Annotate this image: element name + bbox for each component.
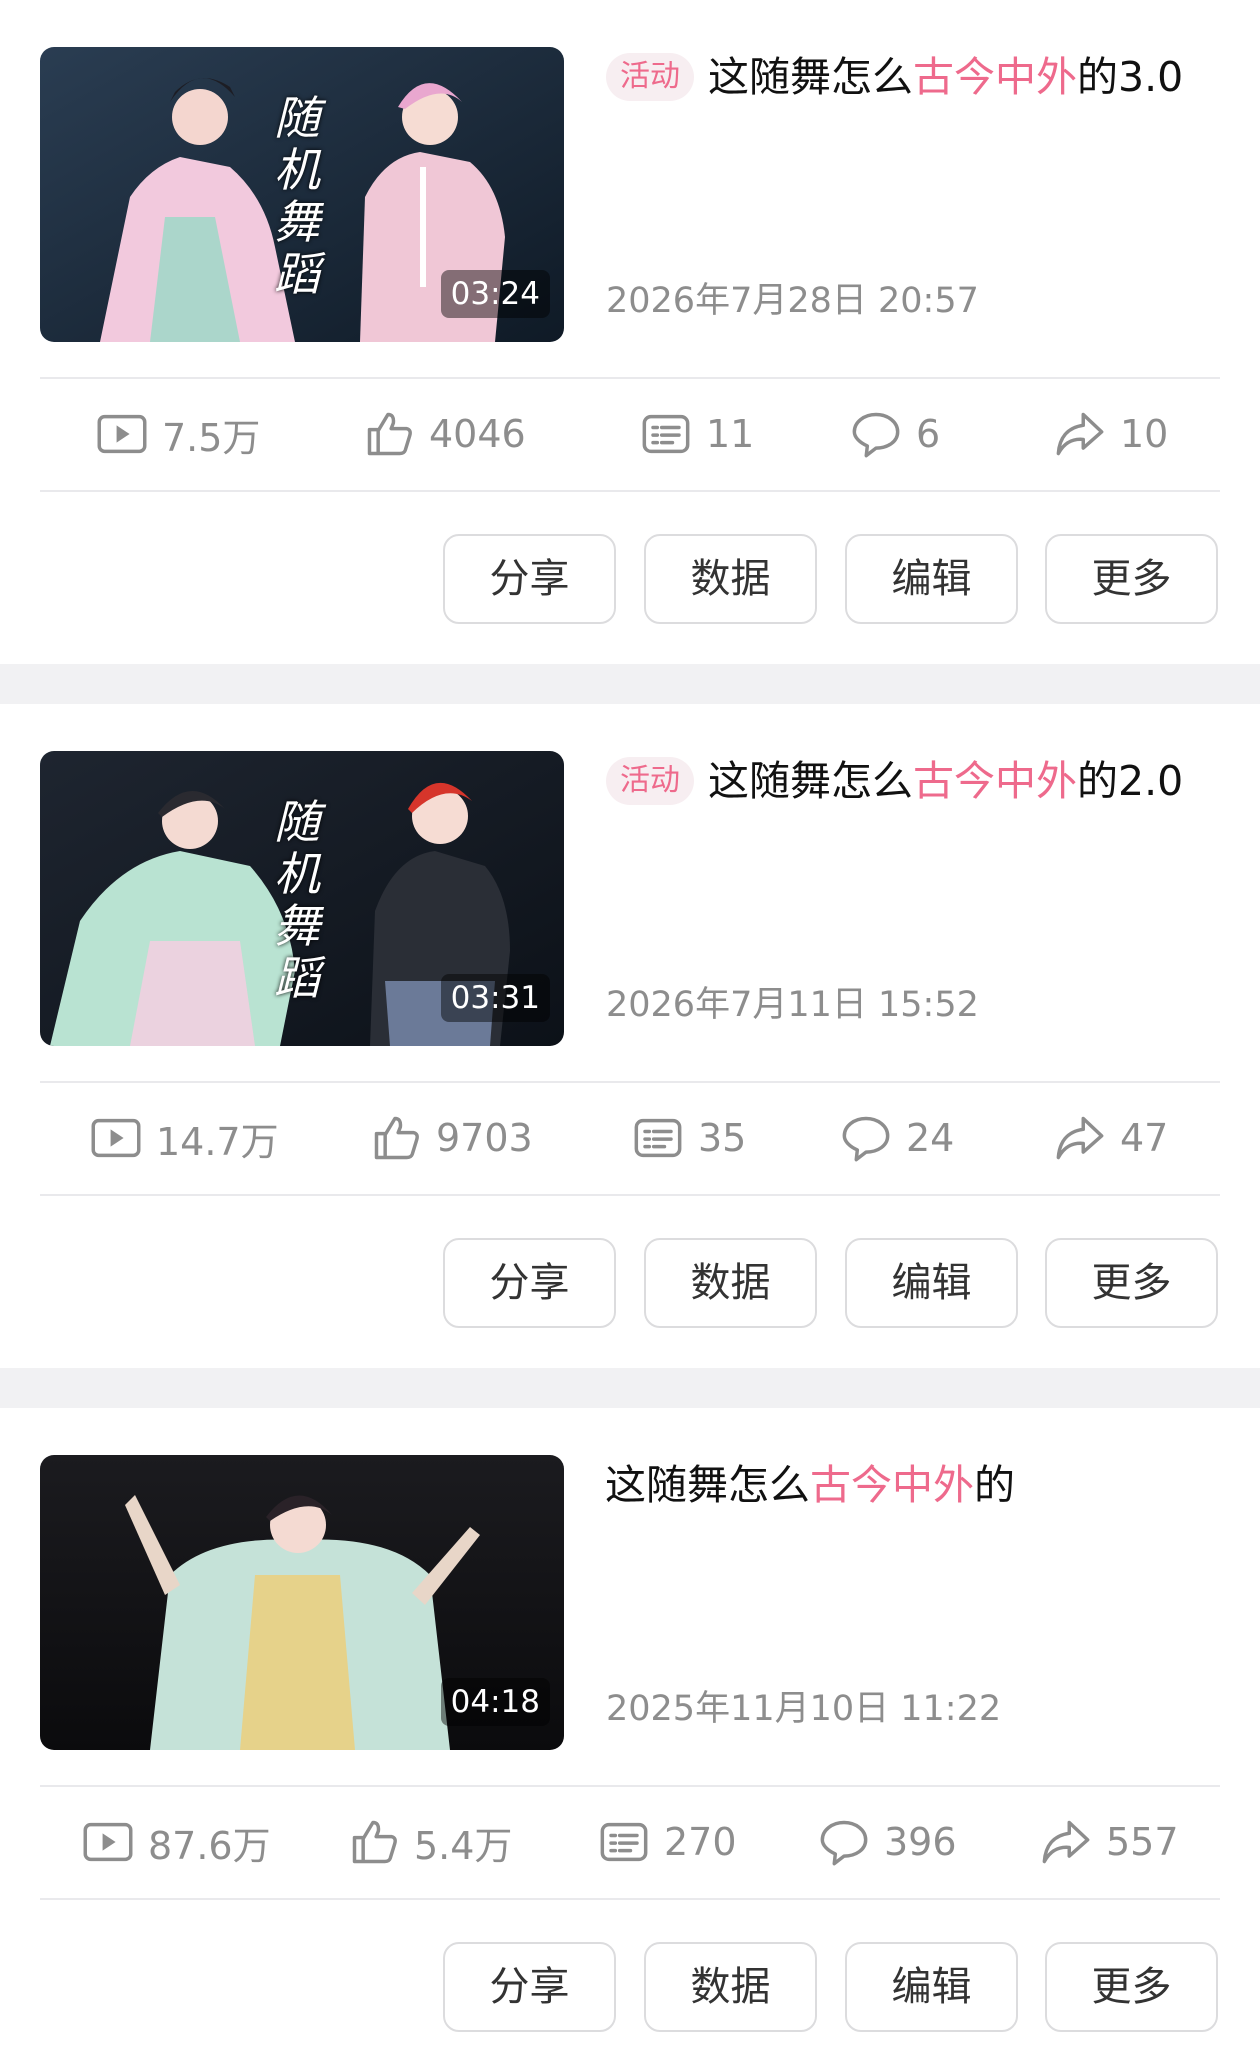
danmaku-count: 35 <box>698 1116 747 1160</box>
data-button[interactable]: 数据 <box>644 1942 817 2032</box>
publish-date: 2026年7月11日 15:52 <box>606 985 979 1025</box>
thumbnail-overlay-text: 随 机 舞 蹈 <box>274 91 320 301</box>
share-button[interactable]: 分享 <box>443 1238 616 1328</box>
data-button[interactable]: 数据 <box>644 1238 817 1328</box>
thumbs-up-icon <box>352 1820 397 1864</box>
views-stat: 14.7万 <box>90 1082 279 1194</box>
video-card: 随 机 舞 蹈 03:24 活动 这随舞怎么古今中外的3.0 2026年7月28日… <box>0 0 1260 664</box>
danmaku-stat: 270 <box>598 1786 737 1898</box>
shares-stat: 47 <box>1054 1082 1168 1194</box>
publish-date: 2025年11月10日 11:22 <box>606 1689 1002 1729</box>
stats-row: 7.5万 4046 11 6 10 <box>40 378 1220 490</box>
shares-stat: 557 <box>1040 1786 1179 1898</box>
play-icon <box>91 1118 141 1158</box>
likes-count: 4046 <box>429 412 526 456</box>
video-title[interactable]: 活动 这随舞怎么古今中外的3.0 <box>606 48 1220 106</box>
danmaku-stat: 11 <box>640 378 754 490</box>
danmaku-icon <box>600 1822 648 1862</box>
comments-stat: 396 <box>818 1786 957 1898</box>
comment-icon <box>820 1820 868 1866</box>
share-button[interactable]: 分享 <box>443 534 616 624</box>
play-icon <box>97 414 147 454</box>
stats-row: 87.6万 5.4万 270 396 557 <box>40 1786 1220 1898</box>
video-card: 04:18 这随舞怎么古今中外的 2025年11月10日 11:22 87.6万… <box>0 1408 1260 2067</box>
danmaku-count: 270 <box>664 1820 737 1864</box>
divider <box>40 1194 1220 1196</box>
publish-date: 2026年7月28日 20:57 <box>606 281 979 321</box>
thumbs-up-icon <box>374 1116 419 1160</box>
more-button[interactable]: 更多 <box>1045 534 1218 624</box>
share-button[interactable]: 分享 <box>443 1942 616 2032</box>
comments-stat: 6 <box>850 378 940 490</box>
edit-button[interactable]: 编辑 <box>845 1238 1018 1328</box>
danmaku-icon <box>642 414 690 454</box>
stats-row: 14.7万 9703 35 24 47 <box>40 1082 1220 1194</box>
edit-button[interactable]: 编辑 <box>845 534 1018 624</box>
title-prefix: 这随舞怎么 <box>708 53 913 101</box>
divider <box>40 490 1220 492</box>
likes-count: 9703 <box>436 1116 533 1160</box>
title-suffix: 的3.0 <box>1077 53 1184 101</box>
views-stat: 7.5万 <box>96 378 260 490</box>
video-duration: 03:31 <box>440 974 550 1022</box>
more-button[interactable]: 更多 <box>1045 1942 1218 2032</box>
title-highlight: 古今中外 <box>810 1461 974 1509</box>
share-icon <box>1056 1116 1104 1160</box>
shares-count: 557 <box>1106 1820 1179 1864</box>
danmaku-count: 11 <box>706 412 755 456</box>
activity-tag: 活动 <box>606 757 694 805</box>
play-icon <box>83 1822 133 1862</box>
more-button[interactable]: 更多 <box>1045 1238 1218 1328</box>
video-title[interactable]: 活动 这随舞怎么古今中外的2.0 <box>606 752 1220 810</box>
title-prefix: 这随舞怎么 <box>708 757 913 805</box>
likes-stat: 4046 <box>363 378 526 490</box>
video-duration: 04:18 <box>440 1678 550 1726</box>
share-icon <box>1056 412 1104 456</box>
comment-icon <box>852 412 900 458</box>
thumbs-up-icon <box>367 412 412 456</box>
comments-count: 396 <box>884 1820 957 1864</box>
views-count: 87.6万 <box>148 1823 271 1868</box>
edit-button[interactable]: 编辑 <box>845 1942 1018 2032</box>
title-highlight: 古今中外 <box>913 53 1077 101</box>
title-prefix: 这随舞怎么 <box>605 1461 810 1509</box>
title-highlight: 古今中外 <box>913 757 1077 805</box>
comments-count: 6 <box>916 412 941 456</box>
activity-tag: 活动 <box>606 53 694 101</box>
danmaku-stat: 35 <box>632 1082 746 1194</box>
video-thumbnail[interactable]: 04:18 <box>40 1455 564 1750</box>
divider <box>40 1898 1220 1900</box>
views-count: 14.7万 <box>156 1119 279 1164</box>
video-thumbnail[interactable]: 随 机 舞 蹈 03:31 <box>40 751 564 1046</box>
likes-stat: 9703 <box>370 1082 533 1194</box>
title-suffix: 的 <box>974 1461 1015 1509</box>
video-duration: 03:24 <box>440 270 550 318</box>
comment-icon <box>842 1116 890 1162</box>
share-icon <box>1042 1820 1090 1864</box>
section-separator <box>0 1368 1260 1408</box>
shares-stat: 10 <box>1054 378 1168 490</box>
likes-stat: 5.4万 <box>348 1786 512 1898</box>
section-separator <box>0 664 1260 704</box>
shares-count: 47 <box>1120 1116 1169 1160</box>
data-button[interactable]: 数据 <box>644 534 817 624</box>
likes-count: 5.4万 <box>414 1823 513 1868</box>
danmaku-icon <box>634 1118 682 1158</box>
thumbnail-overlay-text: 随 机 舞 蹈 <box>274 795 320 1005</box>
views-count: 7.5万 <box>162 415 261 460</box>
comments-count: 24 <box>906 1116 955 1160</box>
comments-stat: 24 <box>840 1082 954 1194</box>
video-thumbnail[interactable]: 随 机 舞 蹈 03:24 <box>40 47 564 342</box>
shares-count: 10 <box>1120 412 1169 456</box>
title-suffix: 的2.0 <box>1077 757 1184 805</box>
video-title[interactable]: 这随舞怎么古今中外的 <box>605 1456 1220 1514</box>
video-card: 随 机 舞 蹈 03:31 活动 这随舞怎么古今中外的2.0 2026年7月11日… <box>0 704 1260 1368</box>
views-stat: 87.6万 <box>82 1786 271 1898</box>
